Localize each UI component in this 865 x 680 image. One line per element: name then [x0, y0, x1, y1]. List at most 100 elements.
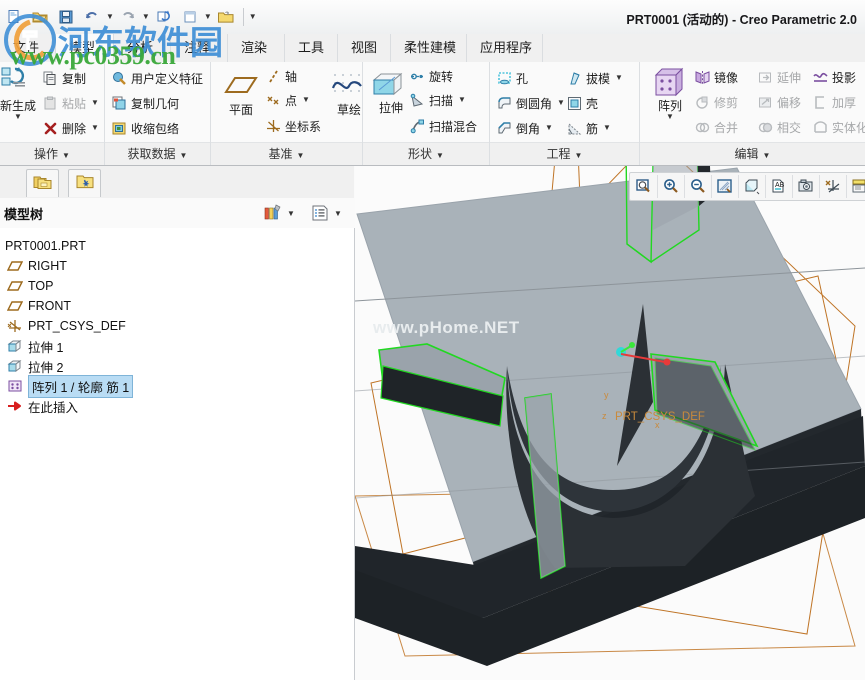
model-tree[interactable]: PRT0001.PRT RIGHT TOP FRONT PRT_CSYS_DEF…: [0, 228, 355, 680]
tree-item-insert-here[interactable]: 在此插入: [0, 396, 354, 416]
project-button[interactable]: 投影: [812, 65, 856, 89]
group-label-datum[interactable]: 基准▼: [211, 142, 362, 165]
tab-flexible-modeling[interactable]: 柔性建模: [391, 34, 467, 62]
tree-item-front[interactable]: FRONT: [0, 296, 354, 316]
saved-view-icon[interactable]: [793, 175, 820, 198]
shrinkwrap-icon: [111, 120, 128, 137]
insert-here-icon: [6, 398, 23, 414]
favorites-folder-tab[interactable]: [68, 169, 101, 197]
layer-display-icon[interactable]: [847, 175, 865, 198]
group-label-editing[interactable]: 编辑▼: [640, 142, 865, 165]
model-3d-view[interactable]: PRT_CSYS_DEF z y x: [355, 166, 865, 680]
tree-item-part[interactable]: PRT0001.PRT: [0, 236, 354, 256]
pattern-button[interactable]: 阵列 ▼: [644, 64, 696, 120]
hole-label: 孔: [516, 70, 528, 87]
sweep-button[interactable]: 扫描 ▼: [409, 88, 466, 112]
graphics-toolbar: AB: [629, 172, 865, 201]
tree-item-label: RIGHT: [28, 259, 67, 273]
tree-item-label: FRONT: [28, 299, 71, 313]
display-style-icon[interactable]: [739, 175, 766, 198]
swept-blend-button[interactable]: 扫描混合: [409, 114, 477, 138]
extend-icon: [757, 69, 774, 86]
datum-display-icon[interactable]: [820, 175, 847, 198]
shrinkwrap-button[interactable]: 收缩包络: [111, 116, 179, 140]
datum-plane-icon: [6, 258, 23, 274]
group-label-get-data[interactable]: 获取数据▼: [105, 142, 210, 165]
chamfer-dropdown-icon[interactable]: ▼: [545, 124, 553, 132]
paste-dropdown-icon[interactable]: ▼: [91, 99, 99, 107]
annotation-display-icon[interactable]: AB: [766, 175, 793, 198]
group-label-shapes[interactable]: 形状▼: [363, 142, 489, 165]
refit-zoom-icon[interactable]: [631, 175, 658, 198]
tree-item-right[interactable]: RIGHT: [0, 256, 354, 276]
merge-icon: [694, 119, 711, 136]
model-tree-settings-icon[interactable]: [262, 203, 284, 223]
datum-plane-icon: [6, 298, 23, 314]
ribbon: 新生成 ▼ 复制 粘贴 ▼: [0, 62, 865, 166]
rib-button[interactable]: 筋 ▼: [566, 116, 611, 140]
qat-separator: [243, 8, 244, 26]
tree-item-pattern-rib[interactable]: 阵列 1 / 轮廓 筋 1: [0, 376, 354, 396]
repaint-icon[interactable]: [712, 175, 739, 198]
model-tree-display-dropdown-icon[interactable]: ▼: [334, 210, 342, 218]
model-tree-settings-dropdown-icon[interactable]: ▼: [287, 210, 295, 218]
shell-button[interactable]: 壳: [566, 91, 598, 115]
sweep-icon: [409, 92, 426, 109]
tab-applications[interactable]: 应用程序: [467, 34, 543, 62]
datum-csys-button[interactable]: 坐标系: [265, 114, 321, 138]
datum-point-dropdown-icon[interactable]: ▼: [302, 96, 310, 104]
pattern-dropdown-icon[interactable]: ▼: [644, 113, 696, 120]
tree-item-label: PRT0001.PRT: [5, 239, 86, 253]
copy-geometry-label: 复制几何: [131, 95, 179, 112]
group-label-engineering[interactable]: 工程▼: [490, 142, 639, 165]
chamfer-button[interactable]: 倒角 ▼: [496, 116, 553, 140]
round-dropdown-icon[interactable]: ▼: [557, 99, 565, 107]
tab-render[interactable]: 渲染: [228, 34, 285, 62]
datum-axis-icon: [265, 68, 282, 85]
trim-button[interactable]: 修剪: [694, 90, 738, 114]
delete-dropdown-icon[interactable]: ▼: [91, 124, 99, 132]
tab-tools[interactable]: 工具: [285, 34, 338, 62]
tab-view[interactable]: 视图: [338, 34, 391, 62]
datum-csys-label: 坐标系: [285, 118, 321, 135]
mirror-button[interactable]: 镜像: [694, 65, 738, 89]
datum-axis-button[interactable]: 轴: [265, 64, 297, 88]
chamfer-label: 倒角: [516, 120, 540, 137]
tree-item-extrude-1[interactable]: 拉伸 1: [0, 336, 354, 356]
revolve-button[interactable]: 旋转: [409, 64, 453, 88]
model-tree-display-icon[interactable]: [309, 203, 331, 223]
merge-button[interactable]: 合并: [694, 115, 738, 139]
regenerate-button[interactable]: 新生成 ▼: [0, 64, 44, 120]
graphics-viewport[interactable]: PRT_CSYS_DEF z y x www.pHome.NET: [355, 166, 865, 680]
group-label-operations[interactable]: 操作▼: [0, 142, 104, 165]
project-icon: [812, 69, 829, 86]
offset-button[interactable]: 偏移: [757, 90, 801, 114]
paste-button[interactable]: 粘贴 ▼: [42, 91, 99, 115]
extend-button[interactable]: 延伸: [757, 65, 801, 89]
tree-item-extrude-2[interactable]: 拉伸 2: [0, 356, 354, 376]
zoom-out-icon[interactable]: [685, 175, 712, 198]
draft-dropdown-icon[interactable]: ▼: [615, 74, 623, 82]
customize-qat-icon[interactable]: ▼: [249, 13, 257, 21]
folder-browser-tab[interactable]: [26, 169, 59, 197]
copy-geometry-button[interactable]: 复制几何: [111, 91, 179, 115]
merge-label: 合并: [714, 119, 738, 136]
intersect-button[interactable]: 相交: [757, 115, 801, 139]
delete-x-icon: [42, 120, 59, 137]
udf-icon: [111, 70, 128, 87]
solidify-button[interactable]: 实体化: [812, 115, 865, 139]
regenerate-dropdown-icon[interactable]: ▼: [0, 113, 44, 120]
tree-item-csys[interactable]: PRT_CSYS_DEF: [0, 316, 354, 336]
draft-button[interactable]: 拔模 ▼: [566, 66, 623, 90]
sweep-dropdown-icon[interactable]: ▼: [458, 96, 466, 104]
delete-button[interactable]: 删除 ▼: [42, 116, 99, 140]
rib-dropdown-icon[interactable]: ▼: [603, 124, 611, 132]
datum-point-button[interactable]: 点 ▼: [265, 88, 310, 112]
hole-button[interactable]: 孔: [496, 66, 528, 90]
datum-csys-icon: [265, 118, 282, 135]
thicken-button[interactable]: 加厚: [812, 90, 856, 114]
round-button[interactable]: 倒圆角 ▼: [496, 91, 565, 115]
tree-item-top[interactable]: TOP: [0, 276, 354, 296]
datum-plane-button[interactable]: 平面: [215, 68, 267, 117]
zoom-in-icon[interactable]: [658, 175, 685, 198]
